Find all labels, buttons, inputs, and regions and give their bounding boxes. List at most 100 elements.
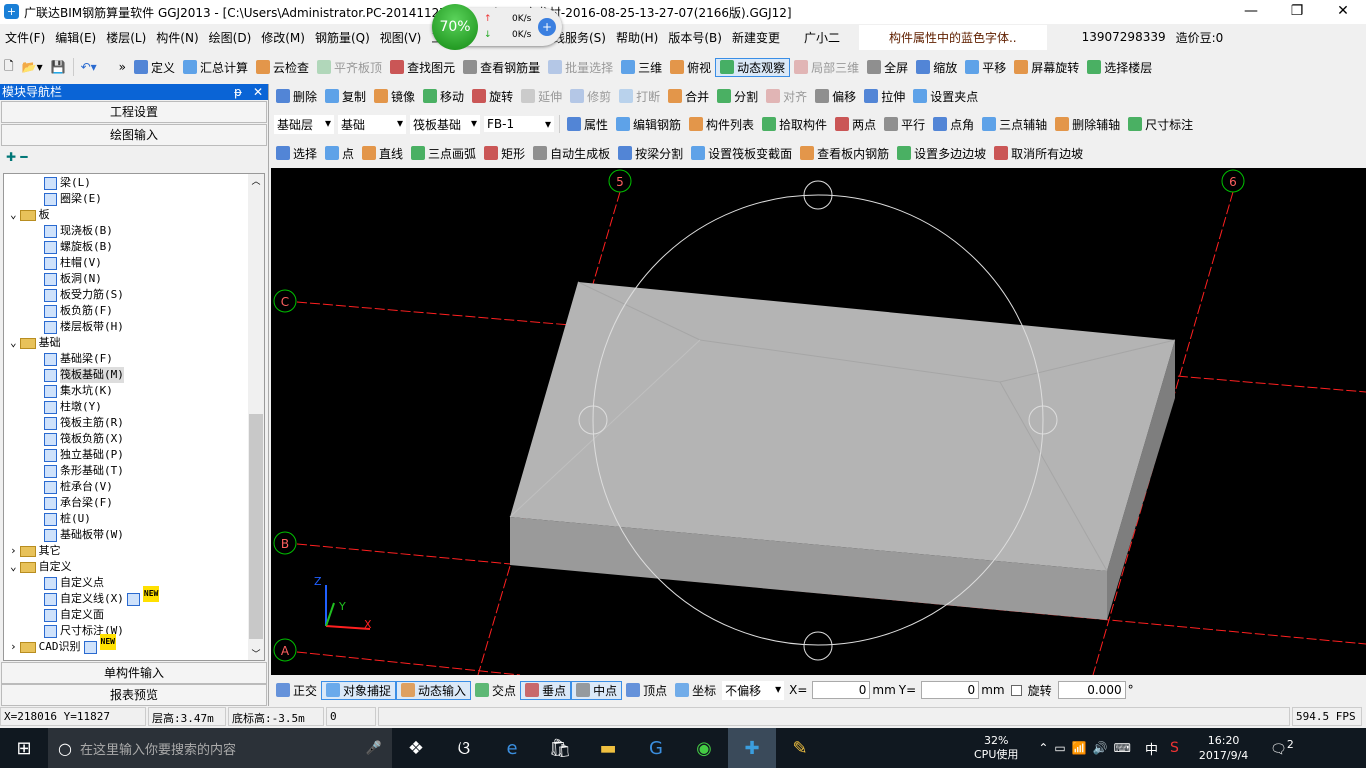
- expand-all-icon[interactable]: ✚: [6, 150, 16, 164]
- toolbar-button[interactable]: 对齐: [762, 88, 811, 105]
- memory-usage-ball[interactable]: 70%: [432, 4, 478, 50]
- toolbar-button[interactable]: 局部三维: [790, 58, 863, 77]
- snap-button[interactable]: 对象捕捉: [321, 680, 397, 700]
- toolbar-button[interactable]: 合并: [664, 88, 713, 105]
- overflow-chevron-icon[interactable]: »: [115, 60, 130, 74]
- toolbar-button[interactable]: 设置多边边坡: [893, 145, 990, 162]
- toolbar-button[interactable]: 矩形: [480, 145, 529, 162]
- toolbar-button[interactable]: 自动生成板: [529, 145, 614, 162]
- tree-item[interactable]: 集水坑(K): [44, 383, 113, 399]
- snap-button[interactable]: 正交: [272, 682, 321, 699]
- rotate-checkbox[interactable]: [1010, 684, 1022, 696]
- snap-button[interactable]: 动态输入: [396, 680, 472, 700]
- menu-item[interactable]: 修改(M): [256, 29, 310, 46]
- menu-item[interactable]: 广小二: [799, 29, 845, 46]
- undo-icon[interactable]: ↶▾: [77, 60, 101, 74]
- toolbar-button[interactable]: 拾取构件: [758, 116, 831, 133]
- toolbar-button[interactable]: 编辑钢筋: [612, 116, 685, 133]
- toolbar-button[interactable]: 构件列表: [685, 116, 758, 133]
- menu-item[interactable]: 钢筋量(Q): [310, 29, 375, 46]
- type-select[interactable]: 基础 ▾: [338, 114, 406, 134]
- new-file-icon[interactable]: 🗋: [0, 57, 18, 78]
- toolbar-button[interactable]: 三维: [617, 58, 666, 77]
- toolbar-button[interactable]: 设置夹点: [909, 88, 982, 105]
- toolbar-button[interactable]: 选择楼层: [1083, 58, 1156, 77]
- toolbar-button[interactable]: 缩放: [912, 58, 961, 77]
- toolbar-button[interactable]: 两点: [831, 116, 880, 133]
- nav-report-preview[interactable]: 报表预览: [1, 684, 267, 706]
- tree-item[interactable]: › CAD识别 NEW: [10, 634, 116, 655]
- subtype-select[interactable]: 筏板基础 ▾: [410, 114, 480, 134]
- snap-button[interactable]: 垂点: [520, 680, 572, 700]
- toolbar-button[interactable]: 平移: [961, 58, 1010, 77]
- toolbar-button[interactable]: 俯视: [666, 58, 715, 77]
- coord-input-y[interactable]: 0: [921, 681, 980, 699]
- tree-item[interactable]: 板洞(N): [44, 271, 102, 287]
- tree-item[interactable]: 柱帽(V): [44, 255, 102, 271]
- tray-icons[interactable]: ⌃▭📶🔊⌨: [1038, 741, 1137, 755]
- tree-item[interactable]: 筏板负筋(X): [44, 431, 124, 447]
- expander-icon[interactable]: ⌄: [10, 559, 17, 575]
- plus-icon[interactable]: +: [538, 18, 556, 36]
- tree-item[interactable]: 板负筋(F): [44, 303, 113, 319]
- tree-item[interactable]: 桩承台(V): [44, 479, 113, 495]
- toolbar-button[interactable]: 平行: [880, 116, 929, 133]
- toolbar-button[interactable]: 点: [321, 145, 358, 162]
- toolbar-button[interactable]: 动态观察: [715, 57, 791, 77]
- tree-item[interactable]: 基础梁(F): [44, 351, 113, 367]
- menu-item[interactable]: 新建变更: [727, 29, 785, 46]
- tree-item[interactable]: 现浇板(B): [44, 223, 113, 239]
- menu-item[interactable]: 造价豆:0: [1171, 29, 1229, 46]
- menu-item[interactable]: 构件(N): [151, 29, 203, 46]
- menu-item[interactable]: 构件属性中的蓝色字体..: [858, 24, 1047, 50]
- windows-start-icon[interactable]: ⊞: [0, 728, 48, 768]
- toolbar-button[interactable]: 三点画弧: [407, 145, 480, 162]
- tree-item[interactable]: 螺旋板(B): [44, 239, 113, 255]
- file-explorer-icon[interactable]: ▬: [584, 728, 632, 768]
- open-folder-icon[interactable]: 📂▾: [18, 60, 47, 74]
- toolbar-button[interactable]: 设置筏板变截面: [687, 145, 796, 162]
- toolbar-button[interactable]: 属性: [563, 116, 612, 133]
- notes-app-icon[interactable]: ✎: [776, 728, 824, 768]
- tree-item[interactable]: 承台梁(F): [44, 495, 113, 511]
- menu-item[interactable]: 13907298339: [1077, 30, 1171, 44]
- taskbar-search[interactable]: ○ 在这里输入你要搜索的内容 🎤: [48, 728, 392, 768]
- toolbar-button[interactable]: 尺寸标注: [1124, 116, 1197, 133]
- toolbar-button[interactable]: 拉伸: [860, 88, 909, 105]
- store-icon[interactable]: 🛍: [536, 728, 584, 768]
- nav-drawing-input[interactable]: 绘图输入: [1, 124, 267, 146]
- toolbar-button[interactable]: 镜像: [370, 88, 419, 105]
- tree-item[interactable]: 筏板基础(M): [44, 367, 124, 383]
- tree-item[interactable]: 圈梁(E): [44, 191, 102, 207]
- restore-button[interactable]: ❐: [1274, 0, 1320, 24]
- snap-button[interactable]: 顶点: [622, 682, 671, 699]
- toolbar-button[interactable]: 选择: [272, 145, 321, 162]
- toolbar-button[interactable]: 批量选择: [544, 58, 617, 77]
- pin-icon[interactable]: ᵽ: [234, 84, 242, 100]
- offset-select[interactable]: 不偏移 ▾: [722, 680, 785, 700]
- toolbar-button[interactable]: 修剪: [566, 88, 615, 105]
- tree-item[interactable]: 基础板带(W): [44, 527, 124, 543]
- tree-item[interactable]: 板受力筋(S): [44, 287, 124, 303]
- snap-button[interactable]: 坐标: [671, 682, 720, 699]
- glodon-icon[interactable]: G: [632, 728, 680, 768]
- tree-scrollbar[interactable]: ︿ ﹀: [248, 174, 264, 660]
- toolbar-button[interactable]: 按梁分割: [614, 145, 687, 162]
- toolbar-button[interactable]: 点角: [929, 116, 978, 133]
- tree-item[interactable]: 条形基础(T): [44, 463, 124, 479]
- save-icon[interactable]: 💾: [47, 60, 70, 74]
- toolbar-button[interactable]: 三点辅轴: [978, 116, 1051, 133]
- tree-item[interactable]: ⌄ 基础: [10, 335, 61, 351]
- item-select[interactable]: FB-1 ▾: [484, 116, 554, 132]
- toolbar-button[interactable]: 定义: [130, 58, 179, 77]
- sogou-icon[interactable]: S: [1170, 740, 1179, 756]
- tree-item[interactable]: 梁(L): [44, 175, 91, 191]
- tree-item[interactable]: ⌄ 自定义: [10, 559, 72, 575]
- notification-center-icon[interactable]: 🗨2: [1270, 738, 1293, 757]
- toolbar-button[interactable]: 屏幕旋转: [1010, 58, 1083, 77]
- toolbar-button[interactable]: 偏移: [811, 88, 860, 105]
- menu-item[interactable]: 帮助(H): [611, 29, 663, 46]
- menu-item[interactable]: 视图(V): [375, 29, 427, 46]
- ime-indicator[interactable]: 中: [1145, 739, 1158, 758]
- toolbar-button[interactable]: 取消所有边坡: [990, 145, 1087, 162]
